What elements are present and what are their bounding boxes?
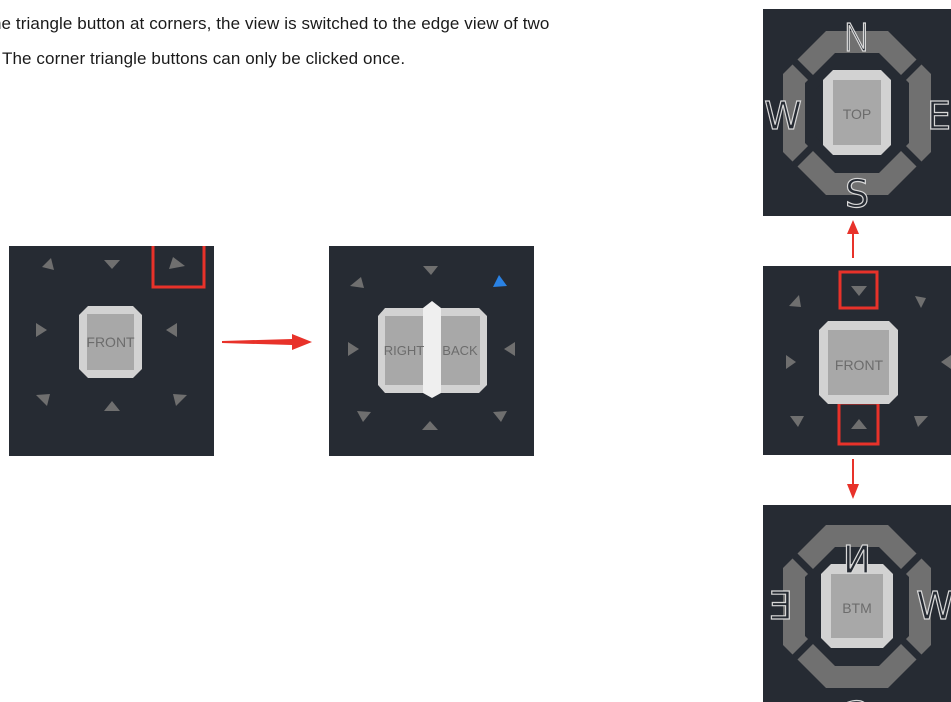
triangle-top[interactable] bbox=[104, 260, 120, 269]
triangle-bottom[interactable] bbox=[851, 419, 867, 429]
transition-arrow-up bbox=[847, 220, 859, 258]
corner-triangle-bottom-right[interactable] bbox=[173, 394, 187, 406]
description-line-1: he triangle button at corners, the view … bbox=[0, 14, 550, 33]
corner-triangle-top-left[interactable] bbox=[42, 258, 54, 270]
triangle-bottom[interactable] bbox=[422, 421, 438, 430]
top-face-cube[interactable]: TOP bbox=[823, 70, 891, 155]
compass-south-label[interactable]: S bbox=[844, 171, 869, 216]
viewcube-top-panel: TOP N S W E bbox=[763, 9, 951, 216]
front-face-label: FRONT bbox=[835, 357, 884, 373]
top-face-label: TOP bbox=[843, 106, 872, 122]
corner-triangle-bottom-left[interactable] bbox=[36, 394, 50, 406]
viewcube-edge-panel: RIGHT BACK bbox=[329, 246, 534, 456]
compass-north-label[interactable]: N bbox=[842, 535, 872, 580]
compass-south-label[interactable]: S bbox=[844, 691, 869, 702]
selected-corner-triangle[interactable] bbox=[493, 275, 507, 287]
triangle-top[interactable] bbox=[851, 286, 867, 296]
compass-west-label[interactable]: W bbox=[916, 583, 951, 628]
front-face-cube[interactable]: FRONT bbox=[79, 306, 142, 378]
front-face-label: FRONT bbox=[86, 334, 135, 350]
corner-triangle-top-left[interactable] bbox=[789, 295, 801, 307]
front-face-cube[interactable]: FRONT bbox=[819, 321, 898, 404]
bottom-face-label: BTM bbox=[842, 600, 872, 616]
description-line-2: The corner triangle buttons can only be … bbox=[2, 49, 406, 68]
edge-view-cube[interactable]: RIGHT BACK bbox=[378, 301, 487, 398]
corner-triangle-bottom-left[interactable] bbox=[790, 416, 804, 427]
compass-east-label[interactable]: E bbox=[768, 583, 793, 628]
back-face-label: BACK bbox=[442, 343, 478, 358]
corner-triangle-bottom-right[interactable] bbox=[914, 416, 928, 427]
right-face-label: RIGHT bbox=[384, 343, 425, 358]
triangle-right[interactable] bbox=[941, 355, 951, 369]
transition-arrow-down bbox=[847, 459, 859, 499]
viewcube-bottom-panel: BTM N S E W bbox=[763, 505, 951, 702]
corner-triangle-top-right[interactable] bbox=[169, 257, 185, 269]
triangle-right[interactable] bbox=[504, 342, 515, 356]
viewcube-front-middle-panel: FRONT bbox=[763, 266, 951, 455]
corner-triangle-bottom-right[interactable] bbox=[493, 411, 507, 422]
compass-north-label[interactable]: N bbox=[842, 15, 872, 60]
corner-triangle-top-left[interactable] bbox=[350, 277, 364, 288]
triangle-left[interactable] bbox=[786, 355, 796, 369]
corner-triangle-top-right[interactable] bbox=[915, 296, 926, 308]
triangle-top[interactable] bbox=[423, 266, 438, 275]
compass-east-label[interactable]: E bbox=[926, 93, 951, 138]
triangle-left[interactable] bbox=[36, 323, 47, 337]
description-text: he triangle button at corners, the view … bbox=[0, 6, 712, 76]
triangle-left[interactable] bbox=[348, 342, 359, 356]
triangle-bottom[interactable] bbox=[104, 401, 120, 411]
triangle-right[interactable] bbox=[166, 323, 177, 337]
viewcube-front-panel: FRONT bbox=[9, 246, 214, 456]
corner-triangle-bottom-left[interactable] bbox=[357, 411, 371, 422]
compass-west-label[interactable]: W bbox=[764, 93, 803, 138]
transition-arrow-right bbox=[222, 334, 312, 350]
